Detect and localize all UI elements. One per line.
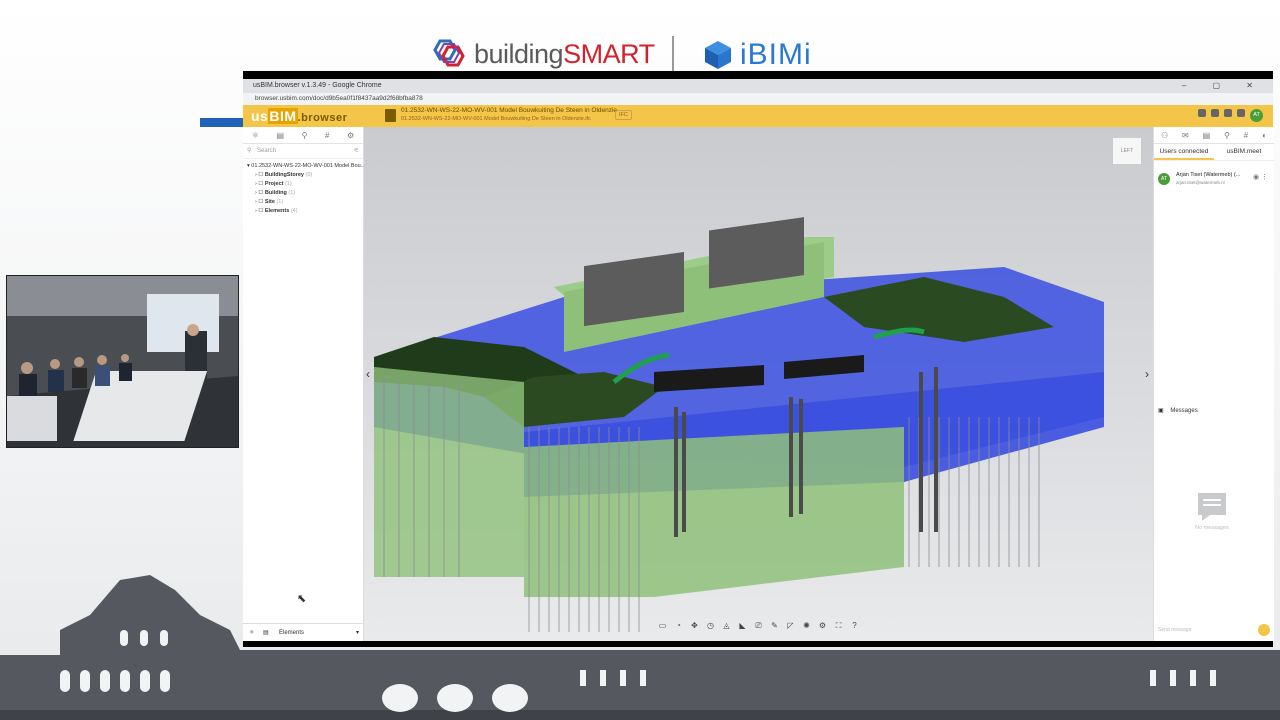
section-plane-icon[interactable]: ◸ — [784, 619, 797, 632]
tree-item[interactable]: › ☐ Project (1) — [247, 180, 359, 189]
tab-usbim-meet[interactable]: usBIM.meet — [1214, 144, 1274, 160]
right-sidebar-tabs: ⚇ ✉ ▤ ⚲ # ◐ — [1154, 127, 1274, 144]
document-filename: 01.2532-WN-WS-22-MO-WV-001 Model Bouwkui… — [401, 116, 591, 122]
messages-header: ▣ Messages — [1158, 408, 1198, 414]
tree-root[interactable]: ▾ 01.2532-WN-WS-22-MO-WV-001 Model Bou..… — [247, 162, 365, 171]
logo-divider — [672, 36, 674, 72]
header-actions: AT — [1198, 109, 1263, 122]
isolate-icon[interactable]: ◬ — [720, 619, 733, 632]
collapse-left-arrow-icon[interactable]: ‹ — [366, 367, 370, 381]
user-avatar[interactable]: AT — [1250, 109, 1263, 122]
settings-tab-icon[interactable]: ⚙ — [347, 131, 354, 140]
annotate-icon[interactable]: ✎ — [768, 619, 781, 632]
no-messages-placeholder: No messages — [1182, 491, 1242, 531]
usbim-browser-logo[interactable]: usBIM.browser — [251, 108, 347, 124]
filter-icon[interactable]: ⚟ — [354, 144, 359, 158]
share-icon[interactable] — [1211, 109, 1219, 117]
left-sidebar-tabs: ⚛ ▤ ⚲ # ⚙ — [243, 127, 363, 144]
conference-room-photo — [7, 276, 238, 447]
user-avatar: AT — [1158, 173, 1170, 185]
orbit-icon[interactable]: ◔ — [672, 619, 685, 632]
pan-icon[interactable]: ✥ — [688, 619, 701, 632]
viewer-toolbar: ▭ ◔ ✥ ◷ ◬ ◣ ⎚ ✎ ◸ ✺ ⚙ ⛶ ? — [656, 619, 861, 632]
buildingsmart-mark-icon — [433, 39, 465, 67]
eye-icon[interactable]: ◉ ⋮ — [1253, 173, 1268, 181]
connected-user[interactable]: AT Arjan Tiset (Watermeb) (... arjan.tis… — [1158, 171, 1268, 191]
tree-item[interactable]: › ☐ Site (1) — [247, 198, 359, 207]
hash-tab-icon[interactable]: # — [325, 131, 329, 140]
user-email: arjan.tiset@watermeb.nl — [1176, 180, 1225, 185]
search-icon: ⚲ — [247, 148, 252, 154]
ibimi-cube-icon — [705, 41, 731, 69]
users-tab-icon[interactable]: ⚇ — [1161, 131, 1168, 140]
tree-item[interactable]: › ☐ BuildingStorey (0) — [247, 171, 359, 180]
url-text[interactable]: browser.usbim.com/doc/d9b5ea0f1f8437aa9d… — [255, 95, 423, 102]
ifc-file-icon — [385, 109, 396, 122]
walk-icon[interactable]: ◷ — [704, 619, 717, 632]
bim-model-render — [374, 217, 1104, 632]
chevron-down-icon: ▾ — [355, 630, 359, 636]
ibimi-wordmark: iBIMi — [740, 38, 812, 71]
mouse-cursor-icon: ⬉ — [297, 593, 307, 605]
tree-item[interactable]: › ☐ Building (1) — [247, 189, 359, 198]
ifc-badge: IFC — [615, 110, 632, 120]
document-tab-icon[interactable]: ▤ — [276, 131, 284, 140]
chat-icon: ▣ — [1158, 408, 1164, 414]
tab-users-connected[interactable]: Users connected — [1154, 144, 1214, 160]
model-tree-tab-icon[interactable]: ⚛ — [252, 131, 259, 140]
window-title: usBIM.browser v.1.3.49 - Google Chrome — [253, 82, 382, 89]
window-controls[interactable]: – ▢ ✕ — [1182, 81, 1265, 90]
collab-tabs: Users connected usBIM.meet — [1154, 144, 1274, 161]
right-sidebar: ⚇ ✉ ▤ ⚲ # ◐ Users connected usBIM.meet A… — [1153, 127, 1274, 641]
markup-icon[interactable]: ⎚ — [752, 619, 765, 632]
collapse-right-arrow-icon[interactable]: › — [1145, 367, 1149, 381]
section-box-icon[interactable]: ▭ — [656, 619, 669, 632]
bell-icon[interactable] — [1237, 109, 1245, 117]
tree-search-input[interactable]: ⚲ Search ⚟ — [243, 144, 363, 159]
address-bar[interactable]: browser.usbim.com/doc/d9b5ea0f1f8437aa9d… — [243, 93, 1273, 105]
chat-tab-icon[interactable]: ✉ — [1182, 131, 1189, 140]
document-title: 01.2532-WN-WS-22-MO-WV-001 Model Bouwkui… — [401, 107, 618, 114]
link-tab-icon[interactable]: ⚲ — [1224, 131, 1230, 140]
element-filter-dropdown[interactable]: ⚛ ▤ Elements ▾ — [243, 623, 363, 641]
user-name: Arjan Tiset (Watermeb) (... — [1176, 172, 1241, 178]
buildingsmart-logo: buildingSMART — [430, 34, 655, 74]
tree-item[interactable]: › ☐ Elements (4) — [247, 207, 359, 216]
help-icon[interactable]: ? — [848, 619, 861, 632]
elements-icon: ⚛ — [249, 630, 255, 636]
send-button[interactable] — [1258, 624, 1270, 636]
model-tree: ▾ 01.2532-WN-WS-22-MO-WV-001 Model Bou..… — [243, 159, 365, 219]
link-tab-icon[interactable]: ⚲ — [302, 131, 308, 140]
app-header: usBIM.browser 01.2532-WN-WS-22-MO-WV-001… — [243, 105, 1273, 127]
browser-titlebar: usBIM.browser v.1.3.49 - Google Chrome –… — [243, 79, 1273, 93]
document-icon: ▤ — [263, 630, 269, 636]
palette-tab-icon[interactable]: ◐ — [1262, 131, 1267, 140]
layers-icon[interactable] — [1198, 109, 1206, 117]
document-tab-icon[interactable]: ▤ — [1203, 131, 1211, 140]
measure-icon[interactable]: ◣ — [736, 619, 749, 632]
buildingsmart-wordmark: buildingSMART — [474, 38, 655, 69]
message-input[interactable]: Send message — [1158, 627, 1191, 633]
ibimi-logo: iBIMi — [702, 38, 812, 72]
slide-accent-bar — [200, 118, 244, 127]
sponsor-logos: buildingSMART iBIMi — [430, 34, 870, 74]
view-cube[interactable]: LEFT — [1112, 137, 1142, 165]
browser-window: usBIM.browser v.1.3.49 - Google Chrome –… — [243, 71, 1274, 647]
fullscreen-icon[interactable]: ⛶ — [832, 619, 845, 632]
settings-icon[interactable]: ⚙ — [816, 619, 829, 632]
bookmark-icon[interactable] — [1224, 109, 1232, 117]
3d-viewer-canvas[interactable]: LEFT ‹ › — [364, 127, 1153, 641]
empty-chat-icon — [1198, 493, 1226, 521]
explode-icon[interactable]: ✺ — [800, 619, 813, 632]
left-sidebar: ⚛ ▤ ⚲ # ⚙ ⚲ Search ⚟ ▾ 01.2532-WN-WS-22-… — [243, 127, 365, 641]
presenter-video — [6, 275, 239, 448]
hash-tab-icon[interactable]: # — [1244, 131, 1248, 140]
